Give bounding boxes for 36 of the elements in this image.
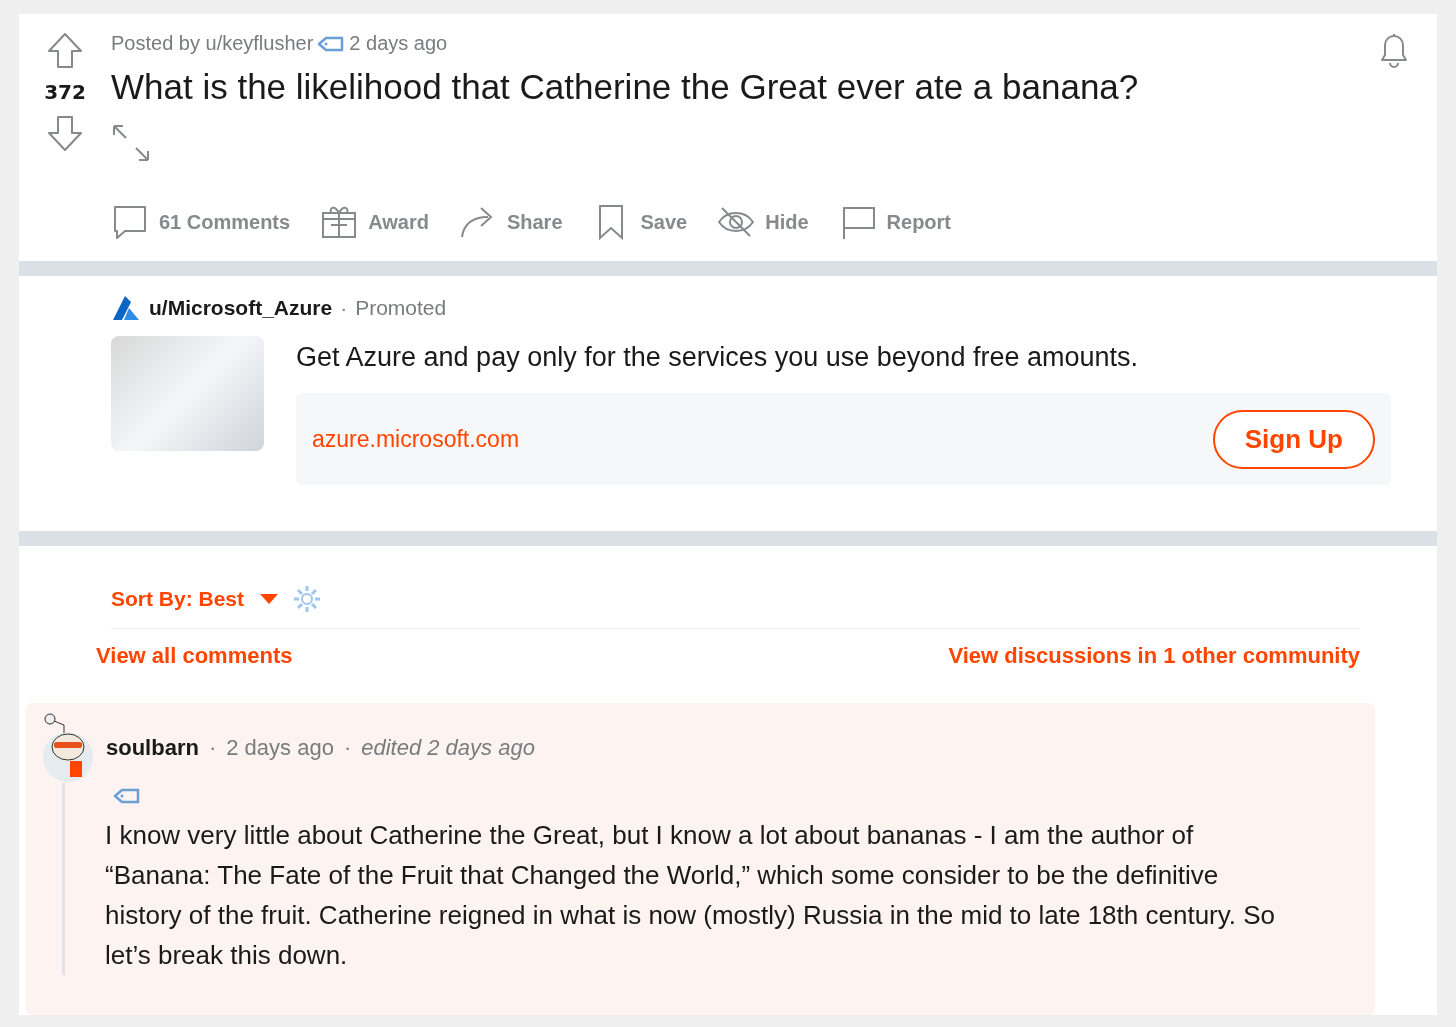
comments-button[interactable]: 61 Comments xyxy=(111,203,291,241)
post-time: 2 days ago xyxy=(349,32,448,55)
save-button[interactable]: Save xyxy=(592,203,688,241)
avatar-icon[interactable] xyxy=(40,713,96,783)
sign-up-button[interactable]: Sign Up xyxy=(1212,409,1375,469)
speech-bubble-icon xyxy=(111,203,149,241)
separator-dot: · xyxy=(208,735,217,761)
caret-icon xyxy=(260,594,279,604)
settings-icon[interactable] xyxy=(292,584,323,614)
vote-count: 372 xyxy=(44,80,86,104)
upvote-arrow-icon[interactable] xyxy=(47,32,83,70)
comment-body: I know very little about Catherine the Great, but I know a lot about bananas - I am the author of “Banana: The Fate of the Fruit that Changed the World,” which some consider to be the definitive history of the fruit. Catherine reigned in what is now (mostly) Russia in the mid to late 18th century. So let’s break this down. xyxy=(105,819,1277,972)
expand-icon[interactable] xyxy=(111,123,151,163)
promoted-label: Promoted xyxy=(355,296,447,320)
domain-link[interactable]: azure.microsoft.com xyxy=(312,425,520,453)
comment-author[interactable]: soulbarn xyxy=(106,735,199,761)
post-title: What is the likelihood that Catherine the Great ever ate a banana? xyxy=(111,67,1140,107)
triangle-logo-icon xyxy=(111,294,141,322)
sort-dropdown[interactable]: Sort By: Best xyxy=(111,587,279,611)
separator-dot: · xyxy=(343,735,352,761)
tag-icon xyxy=(113,787,141,805)
other-discussions-link[interactable]: View discussions in 1 other community xyxy=(948,643,1360,669)
downvote-arrow-icon[interactable] xyxy=(47,114,83,152)
link-card[interactable]: azure.microsoft.com Sign Up xyxy=(296,393,1391,485)
tag-icon xyxy=(317,34,346,53)
share-button[interactable]: Share xyxy=(458,203,563,241)
edited-label: edited 2 days ago xyxy=(361,735,535,761)
ad-headline: Get Azure and pay only for the services you use beyond free amounts. xyxy=(296,342,1139,373)
comment-time: 2 days ago xyxy=(226,735,334,761)
award-button[interactable]: Award xyxy=(320,203,429,241)
hide-button[interactable]: Hide xyxy=(717,203,809,241)
posted-by-link[interactable]: Posted by u/keyflusher xyxy=(111,32,314,55)
advertiser-name[interactable]: u/Microsoft_Azure xyxy=(149,296,333,320)
separator-dot: · xyxy=(340,296,348,320)
report-button[interactable]: Report xyxy=(838,203,952,241)
view-all-comments-link[interactable]: View all comments xyxy=(96,643,293,669)
